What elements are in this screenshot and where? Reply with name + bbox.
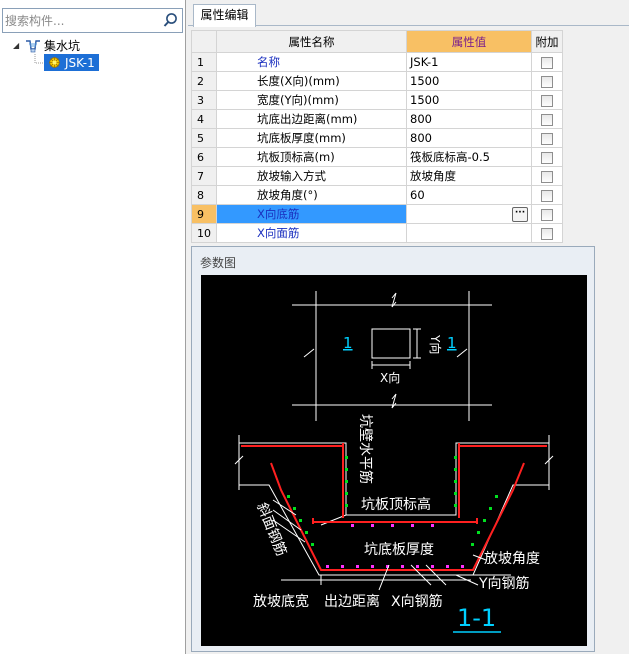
tree-node-pit[interactable]: ◢ 集水坑 xyxy=(13,37,80,54)
extra-checkbox[interactable] xyxy=(541,94,553,107)
row-number: 2 xyxy=(191,71,217,91)
extra-checkbox[interactable] xyxy=(541,208,553,221)
property-name[interactable]: 坑底出边距离(mm) xyxy=(216,109,407,129)
tree-collapse-icon[interactable]: ◢ xyxy=(13,41,22,50)
parameter-diagram: 1 1 X向 Y向 坑壁水平筋 坑板顶标高 斜面钢筋 坑底板厚度 放坡角度 Y向… xyxy=(201,275,587,646)
tree-node-label: 集水坑 xyxy=(44,39,81,53)
row-number: 7 xyxy=(191,166,217,186)
y-rebar-label: Y向钢筋 xyxy=(478,575,530,592)
wall-rebar-label: 坑壁水平筋 xyxy=(357,414,374,484)
edge-distance-label: 出边距离 xyxy=(324,593,380,610)
slope-angle-label: 放坡角度 xyxy=(484,551,540,567)
property-name[interactable]: 放坡角度(°) xyxy=(216,185,407,205)
top-elevation-label: 坑板顶标高 xyxy=(361,496,431,513)
grid-header-row: 属性名称 属性值 附加 xyxy=(191,30,563,53)
table-row[interactable]: 8 放坡角度(°) 60 xyxy=(191,185,563,205)
property-name[interactable]: 名称 xyxy=(216,52,407,72)
row-number: 3 xyxy=(191,90,217,110)
property-value[interactable]: JSK-1 xyxy=(406,52,532,72)
row-number: 8 xyxy=(191,185,217,205)
component-tree-panel: ◢ 集水坑 JSK-1 xyxy=(0,0,186,654)
table-row[interactable]: 5 坑底板厚度(mm) 800 xyxy=(191,128,563,148)
table-row[interactable]: 1 名称 JSK-1 xyxy=(191,52,563,72)
row-number: 4 xyxy=(191,109,217,129)
table-row-selected[interactable]: 9 X向底筋 ··· xyxy=(191,204,563,224)
property-grid: 属性名称 属性值 附加 1 名称 JSK-1 2 长度(X向)(mm) 1500… xyxy=(191,30,563,243)
extra-checkbox[interactable] xyxy=(541,56,553,69)
property-name[interactable]: 长度(X向)(mm) xyxy=(216,71,407,91)
slope-bottom-width-label: 放坡底宽 xyxy=(253,593,309,610)
property-value[interactable]: 800 xyxy=(406,128,532,148)
table-row[interactable]: 10 X向面筋 xyxy=(191,223,563,243)
extra-checkbox[interactable] xyxy=(541,113,553,126)
property-name[interactable]: X向底筋 xyxy=(216,204,407,224)
property-value[interactable]: 800 xyxy=(406,109,532,129)
property-value[interactable] xyxy=(406,223,532,243)
property-value[interactable]: 1500 xyxy=(406,71,532,91)
property-value[interactable]: 放坡角度 xyxy=(406,166,532,186)
tree-node-jsk1[interactable]: JSK-1 xyxy=(44,54,99,71)
property-value[interactable]: 60 xyxy=(406,185,532,205)
plan-x-dimension-label: X向 xyxy=(380,370,400,385)
property-name[interactable]: 宽度(Y向)(mm) xyxy=(216,90,407,110)
tree-connector xyxy=(34,54,43,64)
property-value[interactable]: ··· xyxy=(406,204,532,224)
property-name[interactable]: 坑底板厚度(mm) xyxy=(216,128,407,148)
ellipsis-button[interactable]: ··· xyxy=(512,207,528,222)
slope-rebar-label: 斜面钢筋 xyxy=(253,500,290,558)
row-number: 6 xyxy=(191,147,217,167)
property-name[interactable]: X向面筋 xyxy=(216,223,407,243)
plan-y-dimension-label: Y向 xyxy=(428,334,443,354)
property-name[interactable]: 放坡输入方式 xyxy=(216,166,407,186)
parameter-diagram-panel: 参数图 1 1 X向 Y向 坑壁水平筋 坑板顶标高 斜面钢筋 坑底板厚度 放坡角… xyxy=(191,246,595,652)
row-number: 9 xyxy=(191,204,217,224)
pit-icon xyxy=(26,39,40,52)
extra-checkbox[interactable] xyxy=(541,227,553,240)
property-panel: 属性编辑 属性名称 属性值 附加 1 名称 JSK-1 2 长度(X向)(mm)… xyxy=(188,0,629,654)
property-name[interactable]: 坑板顶标高(m) xyxy=(216,147,407,167)
section-title: 1-1 xyxy=(457,604,496,632)
table-row[interactable]: 7 放坡输入方式 放坡角度 xyxy=(191,166,563,186)
property-value[interactable]: 1500 xyxy=(406,90,532,110)
grid-header-name[interactable]: 属性名称 xyxy=(216,30,407,53)
grid-header-extra[interactable]: 附加 xyxy=(531,30,563,53)
grid-header-value[interactable]: 属性值 xyxy=(406,30,532,53)
component-icon xyxy=(49,57,60,68)
row-number: 5 xyxy=(191,128,217,148)
property-value[interactable]: 筏板底标高-0.5 xyxy=(406,147,532,167)
row-number: 1 xyxy=(191,52,217,72)
extra-checkbox[interactable] xyxy=(541,151,553,164)
bottom-thickness-label: 坑底板厚度 xyxy=(364,542,434,558)
search-input[interactable] xyxy=(5,11,155,30)
plan-section-label-left: 1 xyxy=(343,334,353,352)
tree-node-label: JSK-1 xyxy=(65,55,95,70)
x-rebar-label: X向钢筋 xyxy=(391,593,443,610)
search-box[interactable] xyxy=(2,8,183,33)
search-icon[interactable] xyxy=(161,11,180,30)
plan-section-label-right: 1 xyxy=(447,334,457,352)
table-row[interactable]: 4 坑底出边距离(mm) 800 xyxy=(191,109,563,129)
extra-checkbox[interactable] xyxy=(541,189,553,202)
extra-checkbox[interactable] xyxy=(541,170,553,183)
table-row[interactable]: 3 宽度(Y向)(mm) 1500 xyxy=(191,90,563,110)
grid-header-rownum xyxy=(191,30,217,53)
row-number: 10 xyxy=(191,223,217,243)
table-row[interactable]: 6 坑板顶标高(m) 筏板底标高-0.5 xyxy=(191,147,563,167)
table-row[interactable]: 2 长度(X向)(mm) 1500 xyxy=(191,71,563,91)
tab-property-edit[interactable]: 属性编辑 xyxy=(193,4,256,27)
extra-checkbox[interactable] xyxy=(541,132,553,145)
tab-strip: 属性编辑 xyxy=(188,0,629,27)
extra-checkbox[interactable] xyxy=(541,75,553,88)
parameter-panel-title: 参数图 xyxy=(200,256,237,270)
plan-view xyxy=(292,291,492,421)
